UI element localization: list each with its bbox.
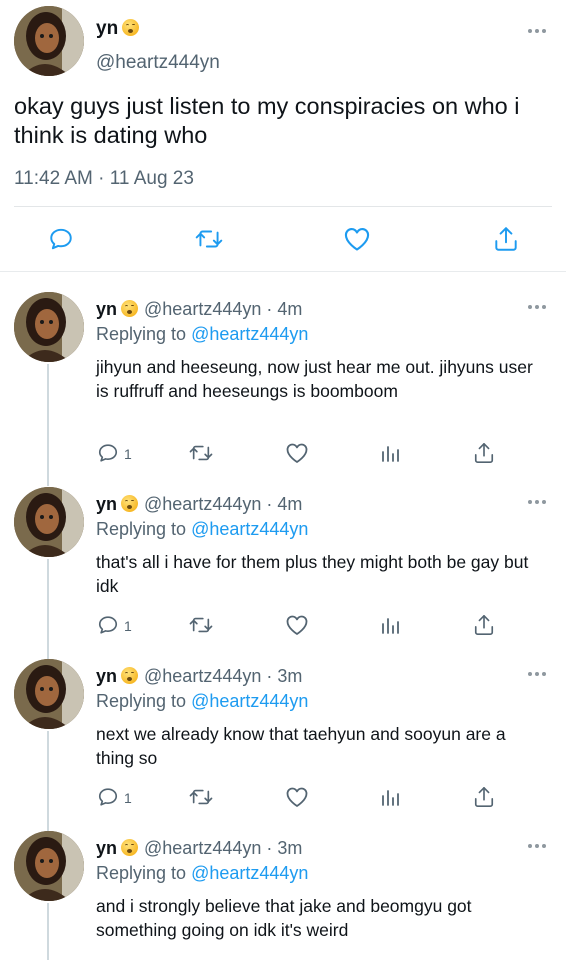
upside-down-face-emoji-icon [121,839,139,856]
share-icon[interactable] [493,225,519,253]
like-icon[interactable] [343,226,371,252]
replying-to-link[interactable]: @heartz444yn [191,863,308,883]
reply-header[interactable]: yn @heartz444yn · 4m [96,299,302,320]
reply-count: 1 [124,446,132,462]
thread-line [47,559,49,659]
upside-down-face-emoji-icon [122,19,140,36]
share-icon[interactable] [473,785,495,809]
avatar[interactable] [14,659,84,729]
handle[interactable]: @heartz444yn [96,52,220,74]
share-icon[interactable] [473,441,495,465]
more-options-icon[interactable] [528,302,550,312]
reply-icon[interactable] [48,226,74,252]
analytics-icon[interactable] [380,615,400,635]
tweet-text: okay guys just listen to my conspiracies… [14,93,520,148]
upside-down-face-emoji-icon [121,495,139,512]
replying-to-link[interactable]: @heartz444yn [191,519,308,539]
display-name[interactable]: yn [96,18,140,40]
retweet-icon[interactable] [188,786,214,808]
thread-line [47,364,49,486]
divider [0,271,566,272]
reply-text: and i strongly believe that jake and beo… [96,896,472,940]
reply-text: jihyun and heeseung, now just hear me ou… [96,357,533,401]
replying-to-link[interactable]: @heartz444yn [191,324,308,344]
replying-to: Replying to @heartz444yn [96,324,309,344]
more-options-icon[interactable] [528,841,550,851]
reply-icon[interactable] [97,786,119,808]
thread-line [47,731,49,831]
reply-count: 1 [124,618,132,634]
more-options-icon[interactable] [528,497,550,507]
retweet-icon[interactable] [188,442,214,464]
more-options-icon[interactable] [528,26,550,36]
like-icon[interactable] [285,786,309,808]
reply-icon[interactable] [97,614,119,636]
retweet-icon[interactable] [188,614,214,636]
replying-to: Replying to @heartz444yn [96,519,309,539]
avatar[interactable] [14,487,84,557]
thread-line [47,903,49,960]
reply-count: 1 [124,790,132,806]
replying-to: Replying to @heartz444yn [96,863,309,883]
more-options-icon[interactable] [528,669,550,679]
divider [14,206,552,207]
avatar[interactable] [14,831,84,901]
retweet-icon[interactable] [194,226,224,252]
avatar[interactable] [14,6,84,76]
analytics-icon[interactable] [380,443,400,463]
upside-down-face-emoji-icon [121,300,139,317]
reply-text: that's all i have for them plus they mig… [96,552,529,596]
tweet-timestamp[interactable]: 11:42 AM · 11 Aug 23 [14,168,194,190]
share-icon[interactable] [473,613,495,637]
replying-to-link[interactable]: @heartz444yn [191,691,308,711]
like-icon[interactable] [285,614,309,636]
reply-text: next we already know that taehyun and so… [96,724,506,768]
reply-header[interactable]: yn @heartz444yn · 3m [96,838,302,859]
reply-icon[interactable] [97,442,119,464]
replying-to: Replying to @heartz444yn [96,691,309,711]
like-icon[interactable] [285,442,309,464]
analytics-icon[interactable] [380,787,400,807]
avatar[interactable] [14,292,84,362]
reply-header[interactable]: yn @heartz444yn · 3m [96,666,302,687]
upside-down-face-emoji-icon [121,667,139,684]
reply-header[interactable]: yn @heartz444yn · 4m [96,494,302,515]
